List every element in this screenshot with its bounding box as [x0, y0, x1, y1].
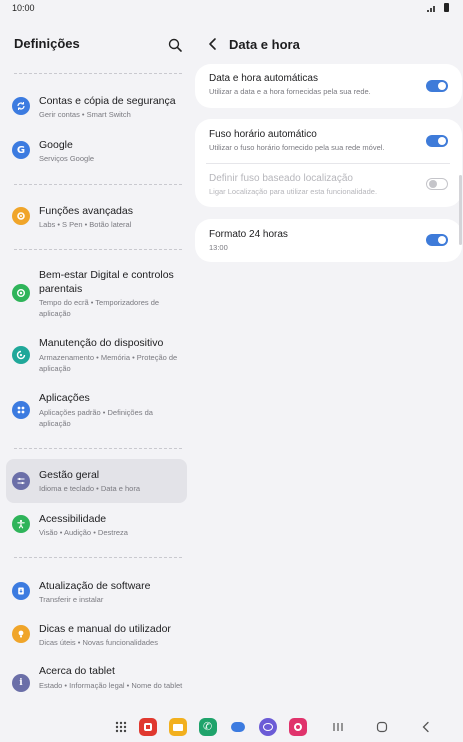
item-subtitle: Gerir contas • Smart Switch — [39, 110, 131, 119]
item-subtitle: Dicas úteis • Novas funcionalidades — [39, 638, 158, 647]
toggle-location-timezone — [426, 178, 448, 190]
back-icon[interactable] — [419, 720, 433, 734]
item-title: Contas e cópia de segurança — [39, 95, 176, 107]
phone-icon[interactable]: ✆ — [199, 718, 217, 736]
row-title: Definir fuso baseado localização — [209, 173, 353, 184]
row-subtitle: 13:00 — [209, 243, 228, 252]
item-subtitle: Armazenamento • Memória • Proteção de ap… — [39, 353, 178, 373]
accessibility-icon — [12, 515, 30, 533]
row-title: Data e hora automáticas — [209, 73, 318, 84]
item-title: Google — [39, 139, 73, 151]
row-24-hour-format[interactable]: Formato 24 horas 13:00 — [209, 228, 459, 253]
item-subtitle: Transferir e instalar — [39, 595, 104, 604]
apps-icon — [12, 401, 30, 419]
info-icon: i — [12, 674, 30, 692]
settings-item-accounts[interactable]: Contas e cópia de segurança Gerir contas… — [6, 90, 187, 122]
wellbeing-icon — [12, 284, 30, 302]
settings-item-about-tablet[interactable]: i Acerca do tablet Estado • Informação l… — [6, 661, 187, 705]
row-automatic-timezone[interactable]: Fuso horário automático Utilizar o fuso … — [209, 128, 459, 153]
item-title: Dicas e manual do utilizador — [39, 623, 171, 635]
toggle-automatic-date-time[interactable] — [426, 80, 448, 92]
page-title: Definições — [14, 36, 80, 51]
status-time: 10:00 — [12, 3, 35, 13]
toggle-knob — [438, 82, 446, 90]
my-files-icon[interactable] — [169, 718, 187, 736]
row-subtitle: Utilizar o fuso horário fornecido pela s… — [209, 143, 385, 152]
item-subtitle: Tempo do ecrã • Temporizadores de aplica… — [39, 298, 160, 318]
row-automatic-date-time[interactable]: Data e hora automáticas Utilizar a data … — [209, 72, 459, 97]
settings-item-digital-wellbeing[interactable]: Bem-estar Digital e controlos parentais … — [6, 265, 187, 321]
messages-icon[interactable] — [229, 718, 247, 736]
item-title: Bem-estar Digital e controlos parentais — [39, 269, 174, 295]
device-care-icon — [12, 346, 30, 364]
item-title: Funções avançadas — [39, 205, 133, 217]
item-title: Gestão geral — [39, 469, 100, 481]
detail-title: Data e hora — [229, 37, 300, 52]
signal-icon — [427, 6, 435, 12]
item-title: Aplicações — [39, 392, 90, 404]
row-subtitle: Ligar Localização para utilizar esta fun… — [209, 187, 378, 196]
bulb-icon — [12, 625, 30, 643]
row-title: Fuso horário automático — [209, 129, 317, 140]
divider — [14, 184, 182, 185]
divider — [206, 163, 450, 164]
row-location-timezone: Definir fuso baseado localização Ligar L… — [209, 172, 459, 197]
item-subtitle: Labs • S Pen • Botão lateral — [39, 220, 132, 229]
item-title: Atualização de software — [39, 580, 151, 592]
settings-item-software-update[interactable]: Atualização de software Transferir e ins… — [6, 575, 187, 607]
settings-item-general-management[interactable]: Gestão geral Idioma e teclado • Data e h… — [6, 459, 187, 503]
home-icon[interactable] — [375, 720, 389, 734]
item-subtitle: Serviços Google — [39, 154, 95, 163]
settings-item-google[interactable]: G Google Serviços Google — [6, 134, 187, 166]
divider — [14, 557, 182, 558]
google-icon: G — [12, 141, 30, 159]
item-subtitle: Aplicações padrão • Definições da aplica… — [39, 408, 153, 428]
sync-icon — [12, 97, 30, 115]
divider — [14, 73, 182, 74]
gear-plus-icon — [12, 207, 30, 225]
item-subtitle: Idioma e teclado • Data e hora — [39, 484, 141, 493]
item-title: Acerca do tablet — [39, 665, 115, 677]
toggle-knob — [438, 137, 446, 145]
toggle-automatic-timezone[interactable] — [426, 135, 448, 147]
settings-item-applications[interactable]: Aplicações Aplicações padrão • Definiçõe… — [6, 388, 187, 432]
toggle-knob — [438, 236, 446, 244]
settings-item-accessibility[interactable]: Acessibilidade Visão • Audição • Destrez… — [6, 508, 187, 540]
update-icon — [12, 582, 30, 600]
recent-apps-icon[interactable] — [331, 720, 345, 734]
battery-icon — [444, 3, 449, 12]
item-subtitle: Visão • Audição • Destreza — [39, 528, 128, 537]
app-red-icon[interactable] — [139, 718, 157, 736]
settings-item-device-care[interactable]: Manutenção do dispositivo Armazenamento … — [6, 333, 187, 377]
back-arrow-icon[interactable] — [206, 37, 220, 51]
scroll-handle[interactable] — [459, 175, 462, 245]
toggle-24-hour-format[interactable] — [426, 234, 448, 246]
settings-item-tips-manual[interactable]: Dicas e manual do utilizador Dicas úteis… — [6, 618, 187, 650]
row-subtitle: Utilizar a data e a hora fornecidas pela… — [209, 87, 371, 96]
divider — [14, 448, 182, 449]
internet-icon[interactable] — [259, 718, 277, 736]
item-title: Manutenção do dispositivo — [39, 337, 164, 349]
item-subtitle: Estado • Informação legal • Nome do tabl… — [39, 681, 183, 690]
apps-drawer-icon[interactable] — [112, 718, 130, 736]
camera-icon[interactable] — [289, 718, 307, 736]
settings-item-advanced-features[interactable]: Funções avançadas Labs • S Pen • Botão l… — [6, 200, 187, 232]
sliders-icon — [12, 472, 30, 490]
search-icon[interactable] — [167, 37, 183, 53]
navigation-bar: ✆ — [0, 710, 463, 742]
status-bar: 10:00 — [0, 0, 463, 18]
row-title: Formato 24 horas — [209, 229, 288, 240]
divider — [14, 249, 182, 250]
toggle-knob — [429, 180, 437, 188]
item-title: Acessibilidade — [39, 513, 107, 525]
